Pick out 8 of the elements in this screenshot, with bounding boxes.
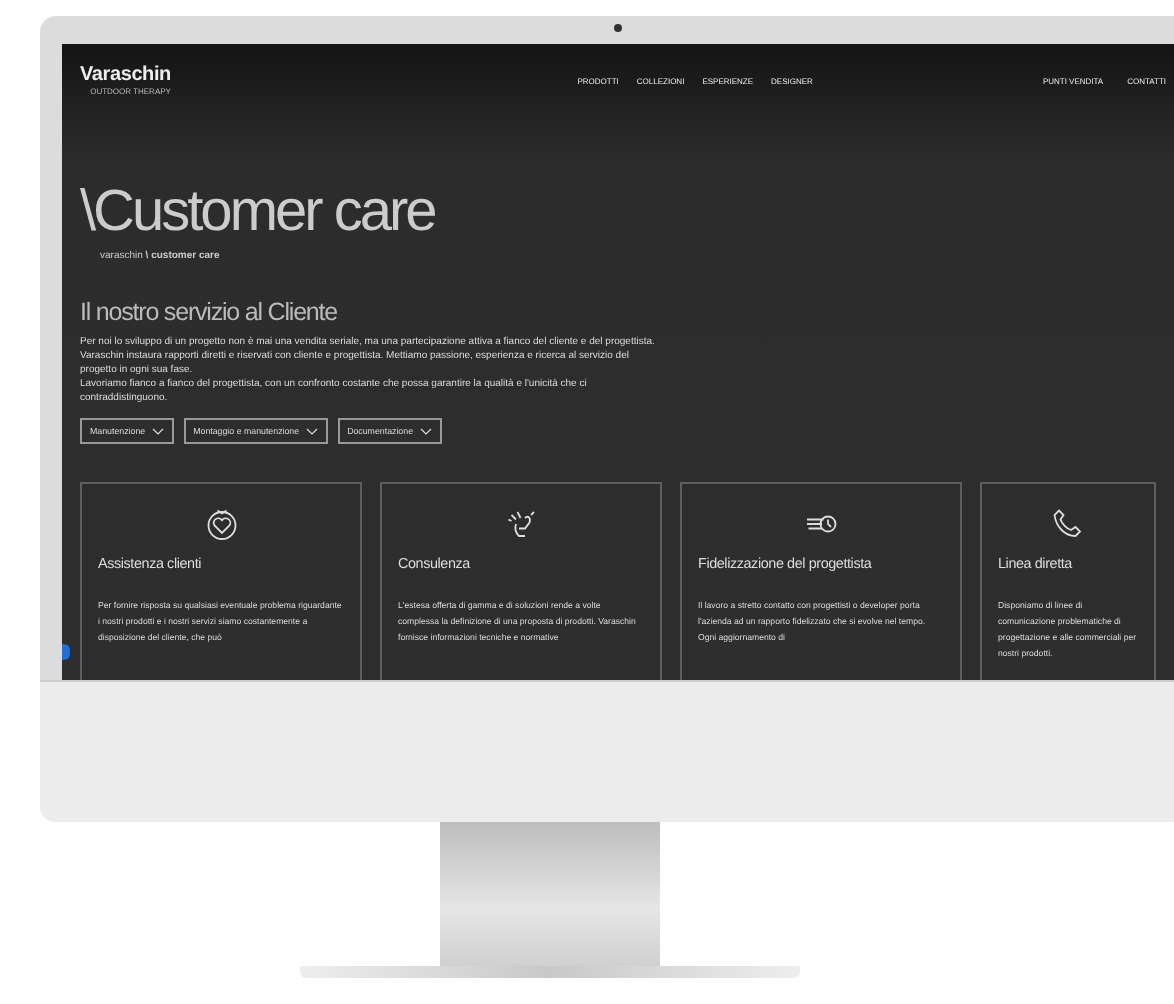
camera-dot	[614, 24, 622, 32]
section-heading: Il nostro servizio al Cliente	[80, 298, 339, 326]
chevron-icon	[151, 427, 164, 435]
page-title: \Customer care	[80, 180, 437, 244]
chevron-icon	[305, 427, 318, 435]
logo[interactable]: Varaschin	[80, 65, 171, 85]
chevron-icon	[419, 427, 432, 435]
phone-icon	[1050, 506, 1086, 542]
